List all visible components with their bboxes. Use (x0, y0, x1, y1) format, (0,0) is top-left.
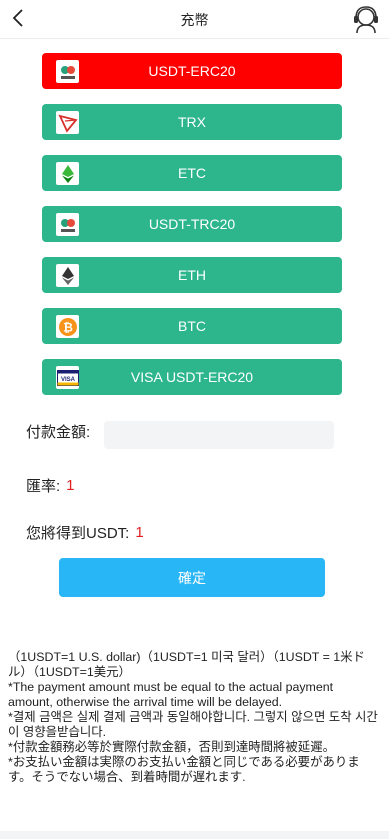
visa-icon: VISA (56, 366, 79, 389)
note-japanese: *お支払い金額は実際のお支払い金額と同じである必要があります。そうでない場合、到… (8, 755, 360, 784)
page-title: 充幣 (180, 12, 209, 28)
receive-row: 您將得到USDT: 1 (26, 522, 144, 543)
svg-text:VISA: VISA (60, 377, 75, 383)
tron-icon (56, 111, 79, 134)
notes: （1USDT=1 U.S. dollar)（1USDT=1 미국 달러）（1US… (8, 650, 380, 785)
coin-label: VISA USDT-ERC20 (130, 369, 254, 385)
coin-button-eth[interactable]: ETH (42, 257, 342, 293)
note-chinese: *付款金額務必等於實際付款金額，否則到達時間將被延遲。 (8, 740, 335, 754)
coin-button-usdt-trc20[interactable]: USDT-TRC20 (42, 206, 342, 242)
confirm-button[interactable]: 確定 (59, 558, 325, 597)
coin-label: USDT-ERC20 (148, 63, 236, 79)
usdt-icon (56, 213, 79, 236)
usdt-icon (56, 60, 79, 83)
note-english: *The payment amount must be equal to the… (8, 680, 334, 709)
customer-service-button[interactable] (351, 4, 381, 34)
amount-input[interactable] (104, 421, 334, 449)
customer-service-icon (354, 6, 378, 34)
note-korean: *결제 금액은 실제 결제 금액과 동일해야합니다. 그렇지 않으면 도착 시간… (8, 710, 378, 739)
rate-value: 1 (66, 477, 75, 494)
rate-label: 匯率: (26, 478, 61, 495)
eth-icon (56, 264, 79, 287)
header: 充幣 (0, 0, 389, 39)
btc-icon: ₿ (56, 315, 79, 338)
receive-value: 1 (135, 524, 144, 541)
rate-row: 匯率: 1 (26, 475, 75, 496)
coin-list: USDT-ERC20 TRX ETC USDT-TRC20 ETH ₿ BTC … (42, 53, 342, 410)
coin-button-usdt-erc20[interactable]: USDT-ERC20 (42, 53, 342, 89)
coin-label: BTC (178, 318, 206, 334)
coin-button-btc[interactable]: ₿ BTC (42, 308, 342, 344)
svg-text:₿: ₿ (63, 320, 73, 334)
coin-label: USDT-TRC20 (148, 216, 236, 232)
coin-button-visa-usdt-erc20[interactable]: VISA VISA USDT-ERC20 (42, 359, 342, 395)
coin-label: ETH (178, 267, 206, 283)
coin-label: TRX (178, 114, 206, 130)
amount-label: 付款金額: (26, 424, 91, 441)
receive-label: 您將得到USDT: (26, 525, 130, 542)
coin-button-trx[interactable]: TRX (42, 104, 342, 140)
etc-icon (56, 162, 79, 185)
coin-button-etc[interactable]: ETC (42, 155, 342, 191)
note-exchange-rate: （1USDT=1 U.S. dollar)（1USDT=1 미국 달러）（1US… (8, 650, 365, 679)
bottom-bar (0, 831, 389, 839)
coin-label: ETC (178, 165, 206, 181)
